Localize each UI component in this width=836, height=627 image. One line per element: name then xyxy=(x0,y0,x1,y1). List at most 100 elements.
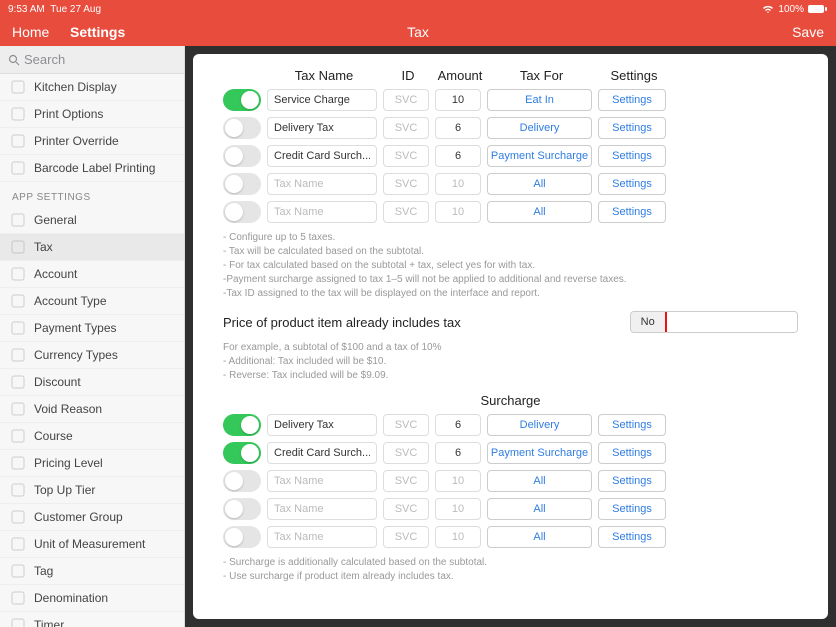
tax-settings-button[interactable]: Settings xyxy=(598,526,666,548)
tax-amount-input[interactable] xyxy=(435,498,481,520)
sidebar-item[interactable]: Course xyxy=(0,423,184,450)
tax-toggle[interactable] xyxy=(223,201,261,223)
tax-settings-button[interactable]: Settings xyxy=(598,117,666,139)
tax-amount-input[interactable] xyxy=(435,526,481,548)
tax-for-button[interactable]: All xyxy=(487,498,592,520)
tax-name-input[interactable] xyxy=(267,117,377,139)
tax-name-input[interactable] xyxy=(267,442,377,464)
sidebar-item[interactable]: Pricing Level xyxy=(0,450,184,477)
tax-for-button[interactable]: Delivery xyxy=(487,414,592,436)
tax-name-input[interactable] xyxy=(267,414,377,436)
tax-for-button[interactable]: Payment Surcharge xyxy=(487,145,592,167)
tax-settings-button[interactable]: Settings xyxy=(598,498,666,520)
tax-name-input[interactable] xyxy=(267,173,377,195)
tax-amount-input[interactable] xyxy=(435,145,481,167)
sidebar-item[interactable]: Kitchen Display xyxy=(0,74,184,101)
tax-for-button[interactable]: Payment Surcharge xyxy=(487,442,592,464)
tax-id-input[interactable] xyxy=(383,89,429,111)
tax-settings-button[interactable]: Settings xyxy=(598,145,666,167)
sidebar-item[interactable]: Customer Group xyxy=(0,504,184,531)
search-input[interactable]: Search xyxy=(0,46,184,74)
tax-toggle[interactable] xyxy=(223,442,261,464)
wifi-icon xyxy=(762,4,774,14)
tax-settings-button[interactable]: Settings xyxy=(598,414,666,436)
sidebar-item[interactable]: Top Up Tier xyxy=(0,477,184,504)
tax-toggle[interactable] xyxy=(223,89,261,111)
segment-option[interactable]: Additional xyxy=(666,312,735,332)
tax-toggle[interactable] xyxy=(223,414,261,436)
tax-toggle[interactable] xyxy=(223,526,261,548)
battery-icon xyxy=(808,4,828,14)
sidebar-item[interactable]: Printer Override xyxy=(0,128,184,155)
sidebar-item[interactable]: General xyxy=(0,207,184,234)
tax-id-input[interactable] xyxy=(383,526,429,548)
price-includes-tax-label: Price of product item already includes t… xyxy=(223,315,461,330)
sidebar-item-label: Payment Types xyxy=(34,321,117,335)
tax-for-button[interactable]: All xyxy=(487,470,592,492)
tax-id-input[interactable] xyxy=(383,442,429,464)
tax-name-input[interactable] xyxy=(267,526,377,548)
header-for: Tax For xyxy=(489,68,594,83)
tax-for-button[interactable]: Eat In xyxy=(487,89,592,111)
sidebar-item[interactable]: Unit of Measurement xyxy=(0,531,184,558)
tax-amount-input[interactable] xyxy=(435,414,481,436)
tax-settings-button[interactable]: Settings xyxy=(598,470,666,492)
sidebar-item-label: Tax xyxy=(34,240,53,254)
tax-amount-input[interactable] xyxy=(435,201,481,223)
save-button[interactable]: Save xyxy=(792,24,824,40)
tax-row: Payment Surcharge Settings xyxy=(223,442,798,464)
sidebar-item-label: Barcode Label Printing xyxy=(34,161,155,175)
tax-id-input[interactable] xyxy=(383,498,429,520)
tax-toggle[interactable] xyxy=(223,117,261,139)
sidebar-item[interactable]: Currency Types xyxy=(0,342,184,369)
tax-id-input[interactable] xyxy=(383,470,429,492)
tax-name-input[interactable] xyxy=(267,89,377,111)
tax-id-input[interactable] xyxy=(383,414,429,436)
tax-id-input[interactable] xyxy=(383,173,429,195)
sidebar-item[interactable]: Tax xyxy=(0,234,184,261)
tax-toggle[interactable] xyxy=(223,145,261,167)
sidebar-item[interactable]: Print Options xyxy=(0,101,184,128)
tax-id-input[interactable] xyxy=(383,117,429,139)
tax-toggle[interactable] xyxy=(223,470,261,492)
tax-for-button[interactable]: All xyxy=(487,201,592,223)
tax-toggle[interactable] xyxy=(223,498,261,520)
sidebar-item-label: Pricing Level xyxy=(34,456,103,470)
tax-id-input[interactable] xyxy=(383,201,429,223)
price-mode-segment[interactable]: NoAdditionalReverse xyxy=(630,311,798,333)
tax-name-input[interactable] xyxy=(267,201,377,223)
sidebar-item[interactable]: Account Type xyxy=(0,288,184,315)
sidebar-item[interactable]: Tag xyxy=(0,558,184,585)
tax-amount-input[interactable] xyxy=(435,173,481,195)
tax-settings-button[interactable]: Settings xyxy=(598,442,666,464)
tax-settings-button[interactable]: Settings xyxy=(598,173,666,195)
tax-for-button[interactable]: Delivery xyxy=(487,117,592,139)
segment-option[interactable]: No xyxy=(631,312,666,332)
tax-toggle[interactable] xyxy=(223,173,261,195)
tax-amount-input[interactable] xyxy=(435,89,481,111)
sidebar-item[interactable]: Barcode Label Printing xyxy=(0,155,184,182)
sidebar-item[interactable]: Discount xyxy=(0,369,184,396)
sidebar-item[interactable]: Account xyxy=(0,261,184,288)
tax-settings-button[interactable]: Settings xyxy=(598,201,666,223)
tax-name-input[interactable] xyxy=(267,470,377,492)
sidebar-item[interactable]: Void Reason xyxy=(0,396,184,423)
tax-amount-input[interactable] xyxy=(435,442,481,464)
tax-for-button[interactable]: All xyxy=(487,173,592,195)
tax-for-button[interactable]: All xyxy=(487,526,592,548)
segment-option[interactable]: Reverse xyxy=(735,312,797,332)
sidebar-item-label: Print Options xyxy=(34,107,103,121)
tax-row: Delivery Settings xyxy=(223,414,798,436)
tax-amount-input[interactable] xyxy=(435,470,481,492)
tax-name-input[interactable] xyxy=(267,145,377,167)
tax-id-input[interactable] xyxy=(383,145,429,167)
tax-settings-button[interactable]: Settings xyxy=(598,89,666,111)
tax-row: All Settings xyxy=(223,470,798,492)
home-button[interactable]: Home xyxy=(12,24,49,40)
tax-name-input[interactable] xyxy=(267,498,377,520)
sidebar-item[interactable]: Payment Types xyxy=(0,315,184,342)
sidebar-item-label: Printer Override xyxy=(34,134,119,148)
tax-amount-input[interactable] xyxy=(435,117,481,139)
sidebar-item[interactable]: Timer xyxy=(0,612,184,627)
sidebar-item[interactable]: Denomination xyxy=(0,585,184,612)
